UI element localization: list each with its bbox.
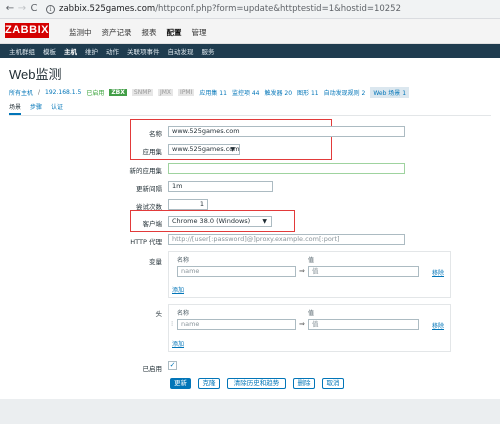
subnav-services[interactable]: 服务 — [202, 46, 215, 56]
tab-steps[interactable]: 步骤 — [30, 102, 42, 115]
subnav-correlation[interactable]: 关联项事件 — [127, 46, 160, 56]
clone-button[interactable]: 克隆 — [198, 378, 220, 389]
reload-icon[interactable]: C — [28, 2, 40, 16]
subnav-actions[interactable]: 动作 — [106, 46, 119, 56]
agent-value: Chrome 38.0 (Windows) — [172, 217, 251, 225]
arrow-icon: ⇒ — [299, 267, 305, 275]
url-host: zabbix.525games.com — [59, 4, 156, 14]
http-proxy-field[interactable]: http://[user[:password]@]proxy.example.c… — [168, 234, 405, 245]
menu-monitoring[interactable]: 监测中 — [69, 27, 92, 38]
tab-scenario[interactable]: 场景 — [9, 102, 22, 115]
tab-authentication[interactable]: 认证 — [51, 102, 63, 115]
chevron-down-icon: ▼ — [230, 146, 235, 153]
variable-value-field[interactable]: 值 — [308, 266, 419, 277]
headers-col-name: 名称 — [177, 310, 190, 317]
variables-col-name: 名称 — [177, 257, 190, 264]
forward-icon[interactable]: → — [16, 2, 28, 16]
crumb-discovery[interactable]: 自动发现规则 2 — [324, 88, 366, 97]
subnav-host-groups[interactable]: 主机群组 — [9, 46, 35, 56]
application-label: 应用集 — [142, 148, 163, 156]
http-proxy-label: HTTP 代理 — [130, 238, 162, 246]
zabbix-logo[interactable]: ZABBIX — [5, 23, 49, 38]
delete-button[interactable]: 删除 — [293, 378, 315, 389]
enabled-label: 已启用 — [142, 365, 163, 373]
page-title: Web监测 — [9, 67, 62, 82]
menu-inventory[interactable]: 资产记录 — [102, 27, 132, 38]
agent-select[interactable]: Chrome 38.0 (Windows) ▼ — [168, 216, 272, 227]
back-icon[interactable]: ← — [4, 2, 16, 16]
sub-navigation: 主机群组 模板 主机 维护 动作 关联项事件 自动发现 服务 — [0, 44, 500, 58]
crumb-separator: / — [38, 89, 41, 96]
variables-col-value: 值 — [308, 257, 315, 264]
subnav-hosts[interactable]: 主机 — [64, 46, 77, 56]
variable-name-field[interactable]: name — [177, 266, 296, 277]
update-button[interactable]: 更新 — [170, 378, 191, 389]
new-application-field[interactable] — [168, 163, 405, 174]
menu-configuration[interactable]: 配置 — [167, 27, 182, 38]
drag-handle-icon[interactable]: ⁞ — [171, 320, 173, 328]
jmx-badge: JMX — [157, 89, 174, 96]
header-remove-link[interactable]: 移除 — [432, 321, 444, 330]
update-interval-label: 更新间隔 — [136, 185, 162, 193]
url-path: /httpconf.php?form=update&httptestid=1&h… — [155, 4, 401, 14]
chevron-down-icon: ▼ — [262, 218, 267, 225]
cancel-button[interactable]: 取消 — [322, 378, 344, 389]
crumb-items[interactable]: 监控项 44 — [232, 88, 260, 97]
update-interval-field[interactable]: 1m — [168, 181, 273, 192]
zbx-badge: ZBX — [109, 89, 127, 96]
zabbix-header: ZABBIX 监测中 资产记录 报表 配置 管理 — [0, 19, 500, 44]
variables-label: 变量 — [149, 258, 162, 266]
subnav-templates[interactable]: 模板 — [43, 46, 56, 56]
breadcrumb: 所有主机 / 192.168.1.5 已启用 ZBX SNMP JMX IPMI… — [9, 87, 410, 98]
main-menu: 监测中 资产记录 报表 配置 管理 — [69, 27, 207, 38]
tab-divider — [9, 115, 491, 116]
crumb-host[interactable]: 192.168.1.5 — [45, 89, 81, 96]
browser-toolbar: ← → C i zabbix.525games.com /httpconf.ph… — [0, 0, 500, 19]
variable-add-link[interactable]: 添加 — [172, 285, 184, 294]
header-add-link[interactable]: 添加 — [172, 339, 184, 348]
header-value-field[interactable]: 值 — [308, 319, 419, 330]
header-name-field[interactable]: name — [177, 319, 296, 330]
crumb-all-hosts[interactable]: 所有主机 — [9, 88, 33, 97]
address-bar[interactable]: i zabbix.525games.com /httpconf.php?form… — [46, 2, 494, 16]
name-label: 名称 — [149, 130, 162, 138]
headers-col-value: 值 — [308, 310, 315, 317]
subnav-maintenance[interactable]: 维护 — [85, 46, 98, 56]
arrow-icon: ⇒ — [299, 320, 305, 328]
application-select[interactable]: www.525games.com ▼ — [168, 144, 240, 155]
headers-label: 头 — [155, 310, 163, 318]
form-tabs: 场景 步骤 认证 — [9, 102, 63, 115]
menu-administration[interactable]: 管理 — [192, 27, 207, 38]
attempts-field[interactable]: 1 — [168, 199, 208, 210]
ipmi-badge: IPMI — [178, 89, 195, 96]
enabled-checkbox[interactable]: ✓ — [168, 361, 177, 370]
crumb-triggers[interactable]: 触发器 20 — [264, 88, 292, 97]
menu-reports[interactable]: 报表 — [142, 27, 157, 38]
page-footer — [0, 399, 500, 424]
name-field[interactable]: www.525games.com — [168, 126, 405, 137]
crumb-graphs[interactable]: 图形 11 — [297, 88, 319, 97]
info-icon[interactable]: i — [46, 4, 55, 14]
snmp-badge: SNMP — [131, 89, 153, 96]
new-application-label: 新的应用集 — [129, 167, 163, 175]
variable-remove-link[interactable]: 移除 — [432, 268, 444, 277]
subnav-discovery[interactable]: 自动发现 — [168, 46, 194, 56]
status-badge[interactable]: 已启用 — [86, 88, 104, 97]
clear-history-button[interactable]: 清除历史和趋势 — [227, 378, 286, 389]
attempts-label: 尝试次数 — [136, 203, 162, 211]
agent-label: 客户端 — [142, 220, 163, 228]
crumb-applications[interactable]: 应用集 11 — [199, 88, 227, 97]
crumb-web-scenarios[interactable]: Web 场景 1 — [370, 87, 410, 98]
